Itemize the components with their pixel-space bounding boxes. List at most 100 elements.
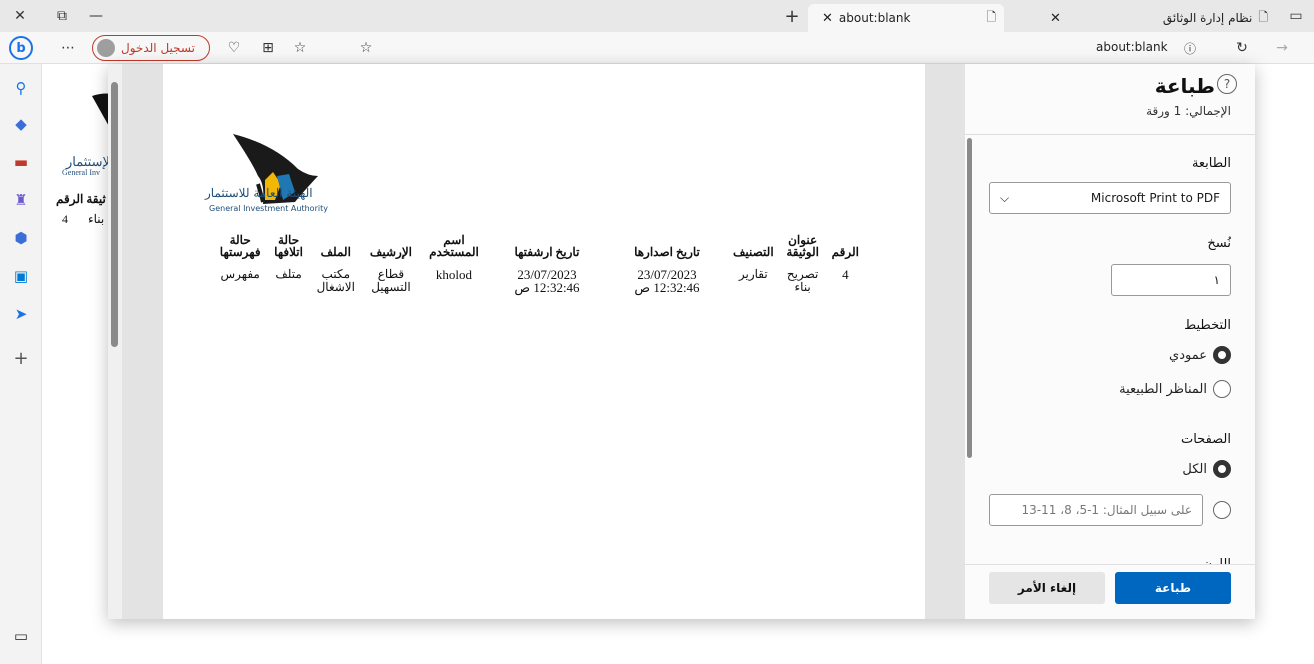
cell-issue-date: 23/07/2023 12:32:46 ص: [607, 258, 727, 294]
cell-category: تقارير: [738, 267, 768, 281]
pages-range-input[interactable]: على سبيل المثال: 1-5، 8، 11-13: [989, 494, 1203, 526]
settings-scrollbar[interactable]: [965, 136, 973, 458]
pages-all-label: الكل: [1182, 461, 1207, 477]
print-dialog: الهيئة العامة للاستثمار General Investme…: [108, 64, 1255, 619]
more-icon[interactable]: ⋯: [56, 36, 80, 60]
preview-paper: الهيئة العامة للاستثمار General Investme…: [163, 64, 925, 619]
minimize-icon[interactable]: —: [80, 0, 112, 32]
column-header: حالة اتلافها: [274, 233, 303, 259]
sign-in-label: تسجيل الدخول: [121, 41, 195, 55]
cell-number: 4: [842, 267, 849, 282]
sidebar: b ⚲ ◆ ▬ ♜ ⬢ ▣ ➤ + ▭: [0, 36, 42, 664]
tab-bar: ✕ ⧉ — + ✕ about:blank 🗋 🗋 نظام إدارة الو…: [0, 0, 1314, 32]
radio-icon[interactable]: [1213, 380, 1231, 398]
back-icon[interactable]: →: [1270, 36, 1294, 60]
chevron-down-icon: ⌵: [1000, 190, 1010, 205]
new-tab-icon[interactable]: +: [776, 0, 808, 32]
column-header: عنوان الوثيقة: [786, 233, 819, 259]
column-header: اسم المستخدم: [429, 233, 479, 259]
close-window-icon[interactable]: ✕: [4, 0, 36, 32]
layout-landscape-label: المناظر الطبيعية: [1119, 381, 1207, 397]
bg-logo-en: General Inv: [62, 168, 100, 177]
tab-actions-icon[interactable]: ▭: [1280, 0, 1312, 32]
tab-about-blank[interactable]: ✕ about:blank 🗋: [808, 4, 1004, 32]
m365-icon[interactable]: ⬢: [9, 226, 33, 250]
toolbox-icon[interactable]: ▬: [9, 150, 33, 174]
column-header: الملف: [320, 245, 351, 259]
copilot-icon[interactable]: b: [9, 36, 33, 60]
radio-checked-icon[interactable]: [1213, 346, 1231, 364]
add-icon[interactable]: +: [9, 346, 33, 370]
games-icon[interactable]: ♜: [9, 188, 33, 212]
printer-value: Microsoft Print to PDF: [1090, 191, 1220, 205]
cell-title: تصريح بناء: [786, 267, 819, 294]
tab-document-system[interactable]: 🗋 نظام إدارة الوثائق ✕: [1036, 4, 1276, 32]
logo-english-text: General Investment Authority: [209, 204, 328, 213]
cell-file: مكتب الاشغال: [316, 267, 355, 294]
outlook-icon[interactable]: ▣: [9, 264, 33, 288]
tab-title: نظام إدارة الوثائق: [1162, 11, 1253, 25]
address-bar: ⋯ تسجيل الدخول ♡ ⊞ ☆ ☆ about:blank ⓘ ↻ →: [0, 32, 1314, 64]
column-header: الإرشيف: [369, 245, 412, 259]
layout-label: التخطيط: [1184, 318, 1231, 333]
documents-table: الرقم عنوان الوثيقة التصنيف تاريخ اصداره…: [214, 234, 865, 294]
browser-essentials-icon[interactable]: ♡: [222, 36, 246, 60]
cancel-button[interactable]: إلغاء الأمر: [989, 572, 1105, 604]
help-icon[interactable]: ?: [1217, 74, 1237, 94]
issue-time: 12:32:46 ص: [634, 280, 700, 295]
layout-landscape-option[interactable]: المناظر الطبيعية: [1119, 380, 1231, 398]
column-header: التصنيف: [732, 245, 774, 259]
copies-label: نُسخ: [1207, 236, 1231, 251]
cell-archive: قطاع التسهيل: [371, 267, 411, 294]
archive-time: 12:32:46 ص: [514, 280, 580, 295]
workspaces-icon[interactable]: ⧉: [46, 0, 78, 32]
url-text[interactable]: about:blank: [1096, 40, 1168, 54]
print-title: طباعة: [1154, 74, 1215, 98]
bg-row-title: بناء: [88, 212, 105, 226]
color-label: اللون: [1203, 556, 1231, 564]
send-icon[interactable]: ➤: [9, 302, 33, 326]
column-header: تاريخ ارشفتها: [514, 245, 580, 259]
copies-input[interactable]: ١: [1111, 264, 1231, 296]
tag-icon[interactable]: ◆: [9, 112, 33, 136]
printer-select[interactable]: Microsoft Print to PDF ⌵: [989, 182, 1231, 214]
print-preview: الهيئة العامة للاستثمار General Investme…: [108, 64, 965, 619]
collections-icon[interactable]: ⊞: [256, 36, 280, 60]
layout-portrait-label: عمودي: [1169, 347, 1207, 363]
refresh-icon[interactable]: ↻: [1230, 36, 1254, 60]
pages-label: الصفحات: [1180, 432, 1231, 447]
divider: [965, 134, 1255, 135]
column-header: حالة فهرستها: [219, 233, 261, 259]
cell-destroy-status: متلف: [275, 267, 302, 281]
cell-index-status: مفهرس: [220, 267, 260, 281]
cell-user: kholod: [435, 267, 473, 282]
page-scrollbar[interactable]: [108, 64, 122, 619]
cell-archive-date: 23/07/2023 12:32:46 ص: [487, 258, 607, 294]
add-favorite-icon[interactable]: ☆: [354, 36, 378, 60]
sign-in-button[interactable]: تسجيل الدخول: [92, 35, 210, 61]
column-header: الرقم: [831, 245, 859, 259]
radio-icon[interactable]: [1213, 501, 1231, 519]
table-row: 4 تصريح بناء تقارير 23/07/2023 12:32:46 …: [214, 258, 865, 295]
print-button[interactable]: طباعة: [1115, 572, 1231, 604]
site-info-icon[interactable]: ⓘ: [1178, 36, 1202, 60]
layout-portrait-option[interactable]: عمودي: [1169, 346, 1231, 364]
close-tab-icon[interactable]: ✕: [822, 11, 833, 26]
page-icon: 🗋: [986, 9, 996, 24]
bg-header: ثيقة الرقم: [56, 192, 106, 206]
sidebar-toggle-icon[interactable]: ▭: [9, 624, 33, 648]
column-header: تاريخ اصدارها: [634, 245, 700, 259]
total-sheets: الإجمالي: 1 ورقة: [1146, 104, 1231, 118]
radio-checked-icon[interactable]: [1213, 460, 1231, 478]
logo-arabic-text: الهيئة العامة للاستثمار: [205, 186, 313, 200]
pages-all-option[interactable]: الكل: [1182, 460, 1231, 478]
pages-custom-option[interactable]: [1213, 501, 1231, 519]
avatar: [97, 39, 115, 57]
printer-label: الطابعة: [1191, 156, 1231, 171]
tab-title: about:blank: [838, 11, 911, 25]
page-icon: 🗋: [1258, 9, 1268, 24]
print-settings-panel: ? طباعة الإجمالي: 1 ورقة الطابعة Microso…: [965, 64, 1255, 619]
close-tab-icon[interactable]: ✕: [1050, 11, 1061, 26]
search-icon[interactable]: ⚲: [9, 76, 33, 100]
favorites-icon[interactable]: ☆: [288, 36, 312, 60]
